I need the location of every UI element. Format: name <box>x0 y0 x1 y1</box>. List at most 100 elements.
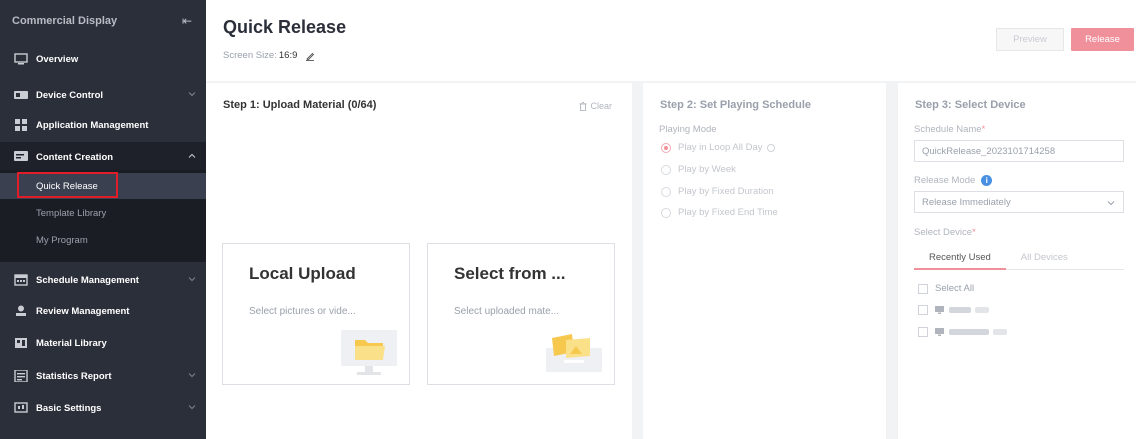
radio-play-fixed-duration[interactable]: Play by Fixed Duration <box>661 186 774 197</box>
device-row[interactable] <box>918 327 1011 337</box>
playing-mode-label: Playing Mode <box>659 124 717 135</box>
schedule-name-label-text: Schedule Name <box>914 124 982 135</box>
sidebar-item-statistics-report[interactable]: Statistics Report <box>0 361 206 391</box>
sidebar-item-label: Schedule Management <box>36 274 139 286</box>
radio-label: Play by Fixed End Time <box>678 207 778 218</box>
sidebar-item-label: Device Control <box>36 89 104 101</box>
screen-size-label: Screen Size: <box>223 50 277 61</box>
required-mark: * <box>972 227 976 238</box>
tab-recently-used[interactable]: Recently Used <box>914 248 1006 270</box>
chevron-down-icon <box>188 405 196 410</box>
step2-panel: Step 2: Set Playing Schedule Playing Mod… <box>643 83 886 439</box>
radio-button[interactable] <box>661 164 671 175</box>
application-icon <box>14 119 28 131</box>
radio-play-fixed-end-time[interactable]: Play by Fixed End Time <box>661 207 778 218</box>
chevron-up-icon <box>188 153 196 158</box>
local-upload-desc: Select pictures or vide... <box>249 306 356 317</box>
local-upload-card[interactable]: Local Upload Select pictures or vide... <box>222 243 410 385</box>
sidebar-item-review-management[interactable]: Review Management <box>0 296 206 326</box>
chevron-down-icon <box>188 277 196 282</box>
device-icon <box>935 306 944 314</box>
chevron-down-icon <box>1107 201 1115 206</box>
review-icon <box>14 305 28 317</box>
step3-title: Step 3: Select Device <box>915 99 1026 111</box>
sidebar-item-label: Review Management <box>36 305 130 317</box>
screen-size: Screen Size: 16:9 <box>223 50 315 61</box>
select-from-desc: Select uploaded mate... <box>454 306 560 317</box>
step3-panel: Step 3: Select Device Schedule Name* Qui… <box>898 83 1136 439</box>
screen-size-value: 16:9 <box>278 50 298 61</box>
statistics-icon <box>14 370 28 382</box>
collapse-menu-icon[interactable]: ⇤ <box>180 15 194 27</box>
release-button[interactable]: Release <box>1071 28 1134 51</box>
sidebar-subitem-template-library[interactable]: Template Library <box>0 200 206 226</box>
sidebar-item-material-library[interactable]: Material Library <box>0 328 206 358</box>
sidebar-item-basic-settings[interactable]: Basic Settings <box>0 393 206 423</box>
device-tabs: Recently Used All Devices <box>914 248 1124 270</box>
sidebar-title: Commercial Display <box>12 15 118 27</box>
sidebar-item-content-creation[interactable]: Content Creation <box>0 142 206 172</box>
material-library-icon <box>14 337 28 349</box>
preview-button[interactable]: Preview <box>996 28 1064 51</box>
radio-play-by-week[interactable]: Play by Week <box>661 164 736 175</box>
select-device-label: Select Device* <box>914 227 976 238</box>
step1-title: Step 1: Upload Material (0/64) <box>223 99 377 111</box>
select-all-row[interactable]: Select All <box>918 283 974 294</box>
radio-label: Play by Week <box>678 164 736 175</box>
folder-monitor-icon <box>341 330 397 375</box>
device-row[interactable] <box>918 305 993 315</box>
radio-label: Play by Fixed Duration <box>678 186 774 197</box>
step2-title: Step 2: Set Playing Schedule <box>660 99 811 111</box>
blurred-device-name <box>949 329 989 335</box>
trash-icon <box>579 101 587 111</box>
select-all-checkbox[interactable] <box>918 283 928 294</box>
sidebar-item-label: Statistics Report <box>36 370 112 382</box>
select-from-library-card[interactable]: Select from ... Select uploaded mate... <box>427 243 615 385</box>
selection-highlight-box <box>17 172 118 198</box>
step1-panel: Step 1: Upload Material (0/64) Clear Loc… <box>206 83 632 439</box>
sidebar-header: Commercial Display ⇤ <box>0 0 206 42</box>
release-mode-value: Release Immediately <box>922 196 1011 208</box>
info-icon[interactable] <box>766 143 775 152</box>
content-creation-icon <box>14 151 28 163</box>
clear-label: Clear <box>590 101 612 111</box>
sidebar-item-overview[interactable]: Overview <box>0 48 206 70</box>
device-checkbox[interactable] <box>918 327 928 337</box>
sidebar-item-application-management[interactable]: Application Management <box>0 110 206 140</box>
schedule-icon <box>14 274 28 286</box>
sidebar-item-label: Application Management <box>36 119 149 131</box>
edit-pencil-icon[interactable] <box>305 51 315 61</box>
select-device-label-text: Select Device <box>914 227 973 238</box>
radio-button[interactable] <box>661 142 671 153</box>
sidebar-item-label: Basic Settings <box>36 402 102 414</box>
radio-button[interactable] <box>661 186 671 197</box>
chevron-down-icon <box>188 373 196 378</box>
clear-button[interactable]: Clear <box>579 101 612 111</box>
release-mode-select[interactable]: Release Immediately <box>914 191 1124 213</box>
info-icon[interactable]: i <box>981 175 993 186</box>
image-tray-icon <box>546 334 602 372</box>
chevron-down-icon <box>188 92 196 97</box>
sidebar-item-label: Content Creation <box>36 151 114 163</box>
blurred-device-name <box>949 307 971 313</box>
device-checkbox[interactable] <box>918 305 928 315</box>
page-header: Quick Release Screen Size: 16:9 Preview … <box>206 0 1136 81</box>
settings-icon <box>14 402 28 414</box>
device-control-icon <box>14 89 28 101</box>
required-mark: * <box>981 124 986 135</box>
sidebar-item-device-control[interactable]: Device Control <box>0 80 206 110</box>
radio-label: Play in Loop All Day <box>678 142 763 153</box>
select-all-label: Select All <box>935 283 975 294</box>
overview-icon <box>14 53 28 65</box>
blurred-device-meta <box>993 329 1007 335</box>
release-mode-label: Release Mode i <box>914 175 993 186</box>
radio-button[interactable] <box>661 207 671 218</box>
schedule-name-input[interactable]: QuickRelease_2023101714258 <box>914 140 1124 162</box>
sidebar: Commercial Display ⇤ Overview Device Con… <box>0 0 206 439</box>
tab-all-devices[interactable]: All Devices <box>1006 248 1083 269</box>
select-from-title: Select from ... <box>454 264 566 283</box>
sidebar-item-schedule-management[interactable]: Schedule Management <box>0 265 206 295</box>
device-icon <box>935 328 944 336</box>
radio-play-loop-all-day[interactable]: Play in Loop All Day <box>661 142 775 153</box>
sidebar-subitem-my-program[interactable]: My Program <box>0 227 206 253</box>
